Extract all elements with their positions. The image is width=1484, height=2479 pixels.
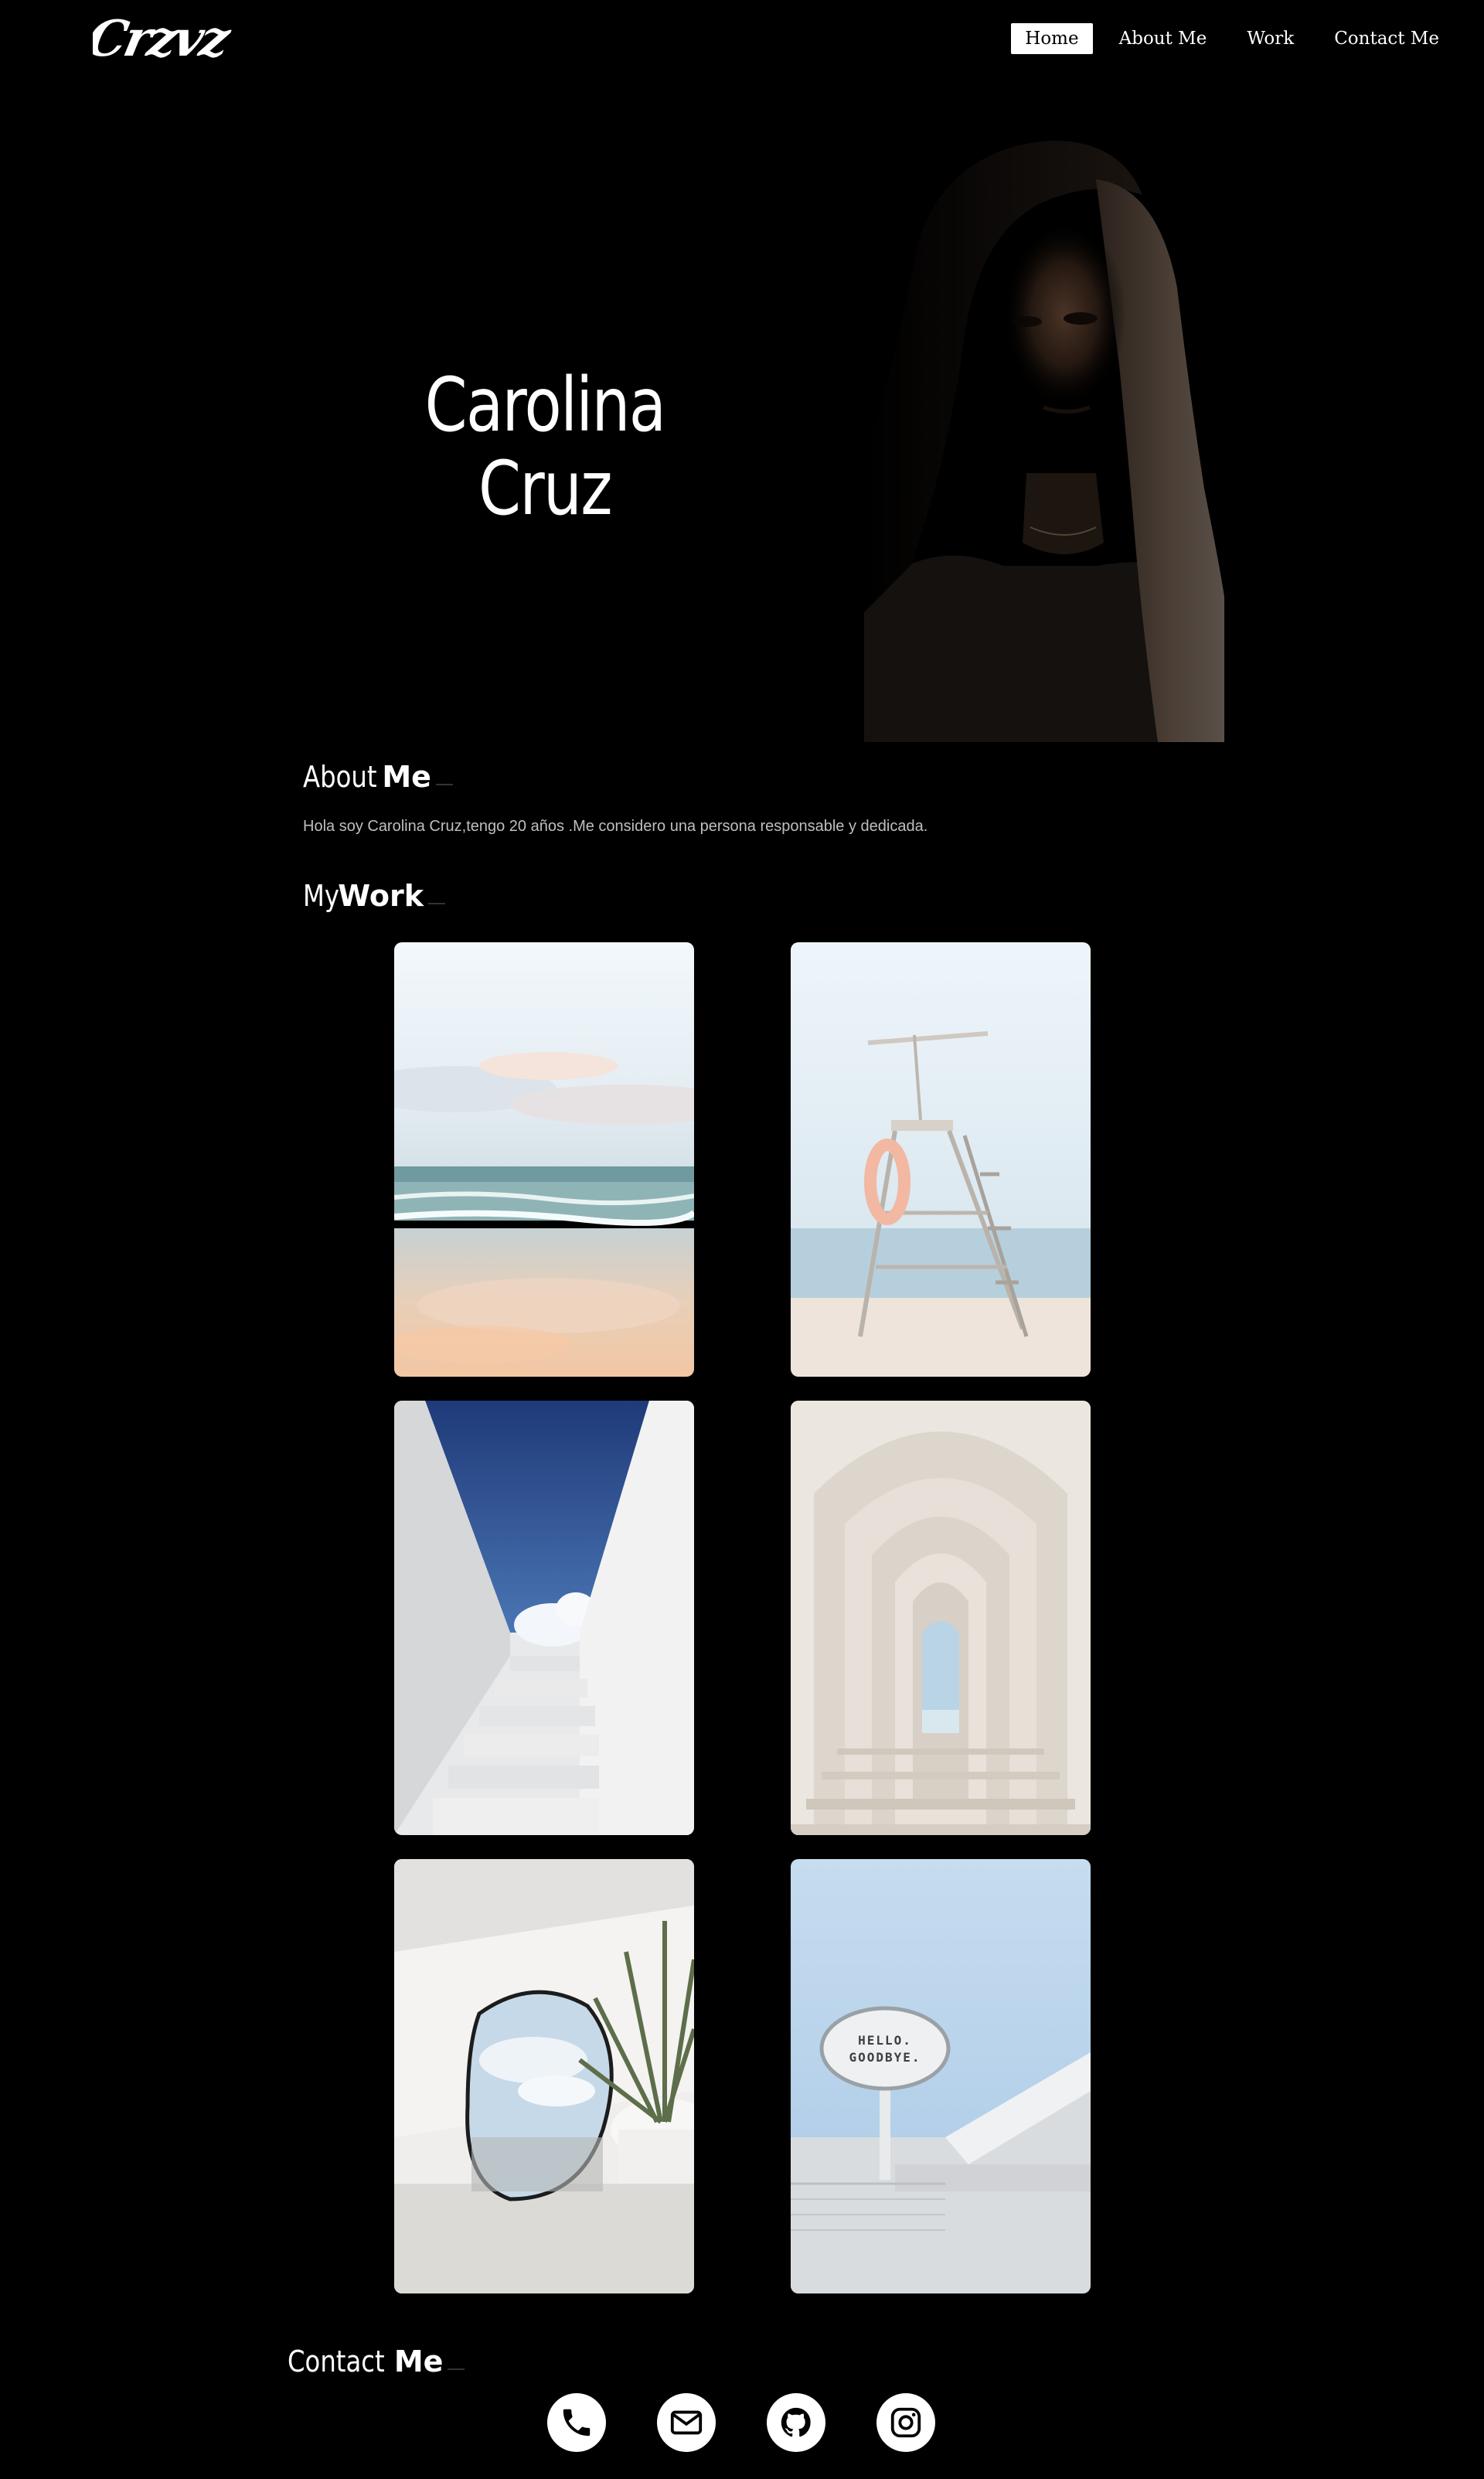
work-heading: My Work [303, 878, 445, 914]
nav-contact-me[interactable]: Contact Me [1320, 23, 1453, 54]
about-heading: About Me [303, 759, 453, 795]
work-item-arched-corridor-photo[interactable] [791, 1401, 1091, 1835]
portrait-photo [864, 133, 1224, 742]
main-nav: Home About Me Work Contact Me [1011, 23, 1453, 54]
nav-home[interactable]: Home [1011, 23, 1093, 54]
work-heading-light: My [303, 879, 339, 913]
hero-name-last: Cruz [478, 445, 613, 532]
hero-name-first: Carolina [424, 362, 666, 448]
work-item-white-staircase-photo[interactable] [394, 1401, 694, 1835]
about-heading-bold: Me [382, 760, 431, 794]
logo-script: Crzvz [82, 10, 237, 68]
logo-text: Crzvz [93, 10, 232, 68]
heading-rule [427, 903, 445, 904]
contact-heading: Contact Me [288, 2344, 465, 2379]
sign-text-hello: HELLO. [858, 2033, 912, 2048]
sign-text-goodbye: GOODBYE. [849, 2050, 921, 2065]
contact-heading-light: Contact [288, 2344, 385, 2379]
nav-about-me[interactable]: About Me [1105, 23, 1221, 54]
contact-heading-bold: Me [393, 2344, 444, 2379]
work-item-lifeguard-chair-photo[interactable] [791, 942, 1091, 1377]
work-item-hello-goodbye-sign-photo[interactable]: HELLO. GOODBYE. [791, 1859, 1091, 2293]
work-item-beach-shore-photo[interactable] [394, 942, 694, 1377]
work-heading-bold: Work [338, 879, 424, 913]
hero-name: Carolina Cruz [403, 363, 688, 530]
site-logo[interactable]: Crzvz [82, 2, 237, 71]
about-heading-light: About [303, 760, 377, 794]
github-icon[interactable] [767, 2393, 825, 2452]
instagram-icon[interactable] [876, 2393, 935, 2452]
nav-work[interactable]: Work [1233, 23, 1308, 54]
heading-rule [448, 2368, 465, 2370]
contact-links [547, 2393, 935, 2452]
email-icon[interactable] [657, 2393, 716, 2452]
heading-rule [435, 784, 453, 785]
phone-icon[interactable] [547, 2393, 606, 2452]
work-item-mirror-and-plant-photo[interactable] [394, 1859, 694, 2293]
about-text: Hola soy Carolina Cruz,tengo 20 años .Me… [303, 818, 928, 835]
